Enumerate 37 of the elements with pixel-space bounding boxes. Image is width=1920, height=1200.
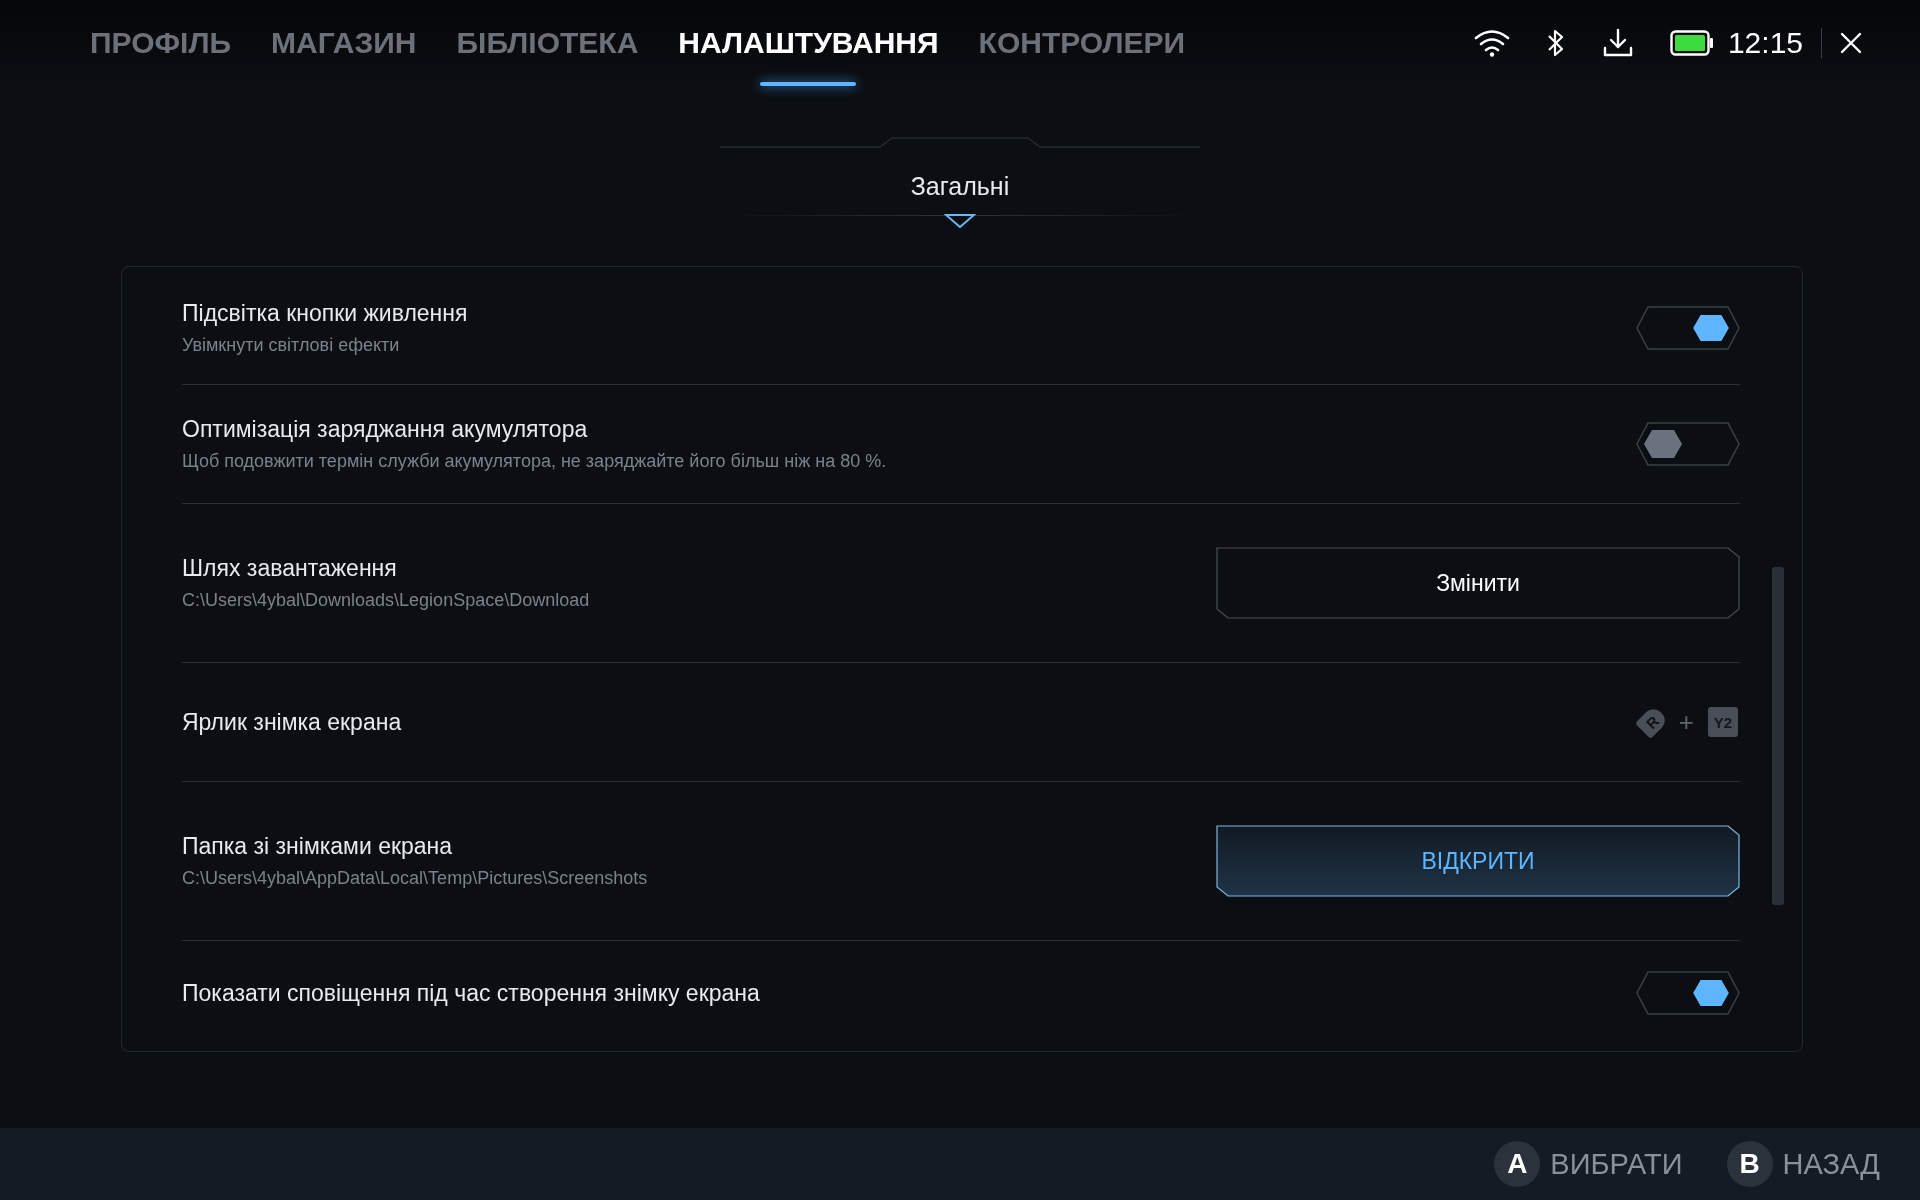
clock-time: 12:15 bbox=[1727, 26, 1803, 60]
setting-description: Щоб подовжити термін служби акумулятора, не заряджайте його більш ніж на 80 %. bbox=[182, 451, 888, 472]
nav-tab[interactable]: МАГАЗИН bbox=[271, 0, 417, 86]
toggle-switch[interactable] bbox=[1636, 305, 1740, 350]
plus-sign: + bbox=[1678, 706, 1694, 738]
scrollbar[interactable] bbox=[1772, 567, 1784, 905]
nav-tab[interactable]: КОНТРОЛЕРИ bbox=[978, 0, 1186, 86]
setting-description: C:\Users\4ybal\Downloads\LegionSpace\Download bbox=[182, 590, 591, 611]
setting-title: Підсвітка кнопки живлення bbox=[182, 299, 469, 327]
button-key-icon: A bbox=[1494, 1141, 1541, 1187]
wifi-icon[interactable] bbox=[1473, 29, 1510, 57]
close-icon[interactable] bbox=[1840, 32, 1862, 54]
hint-label: ВИБРАТИ bbox=[1550, 1147, 1683, 1181]
toggle-switch[interactable] bbox=[1636, 422, 1740, 466]
section-title: Загальні bbox=[910, 172, 1010, 201]
button-key-icon: Y2 bbox=[1708, 707, 1738, 737]
action-button[interactable]: ВІДКРИТИ bbox=[1216, 825, 1740, 897]
setting-title: Оптимізація заряджання акумулятора bbox=[182, 416, 589, 443]
toggle-switch[interactable] bbox=[1636, 971, 1740, 1015]
download-icon[interactable] bbox=[1601, 28, 1634, 58]
setting-description: Увімкнути світлові ефекти bbox=[182, 334, 401, 356]
controller-hint[interactable]: B НАЗАД bbox=[1726, 1141, 1880, 1187]
nav-tab[interactable]: БІБЛІОТЕКА bbox=[456, 0, 639, 86]
action-button[interactable]: Змінити bbox=[1216, 547, 1740, 619]
setting-description: C:\Users\4ybal\AppData\Local\Temp\Pictures\Screenshots bbox=[182, 868, 649, 889]
button-key-icon: B bbox=[1726, 1141, 1773, 1187]
setting-title: Шлях завантаження bbox=[182, 555, 398, 582]
nav-tab[interactable]: ПРОФІЛЬ bbox=[90, 0, 232, 86]
nav-tab[interactable]: НАЛАШТУВАННЯ bbox=[678, 0, 939, 86]
battery-icon[interactable] bbox=[1669, 30, 1714, 56]
controller-hint[interactable]: A ВИБРАТИ bbox=[1494, 1141, 1683, 1187]
setting-title: Папка зі знімками екрана bbox=[182, 833, 454, 860]
bluetooth-icon[interactable] bbox=[1545, 28, 1566, 58]
down-triangle-icon bbox=[944, 214, 976, 228]
setting-title: Показати сповіщення під час створення знімку екрана bbox=[182, 979, 761, 1007]
setting-title: Ярлик знімка екрана bbox=[182, 708, 403, 736]
hint-label: НАЗАД bbox=[1782, 1147, 1880, 1181]
